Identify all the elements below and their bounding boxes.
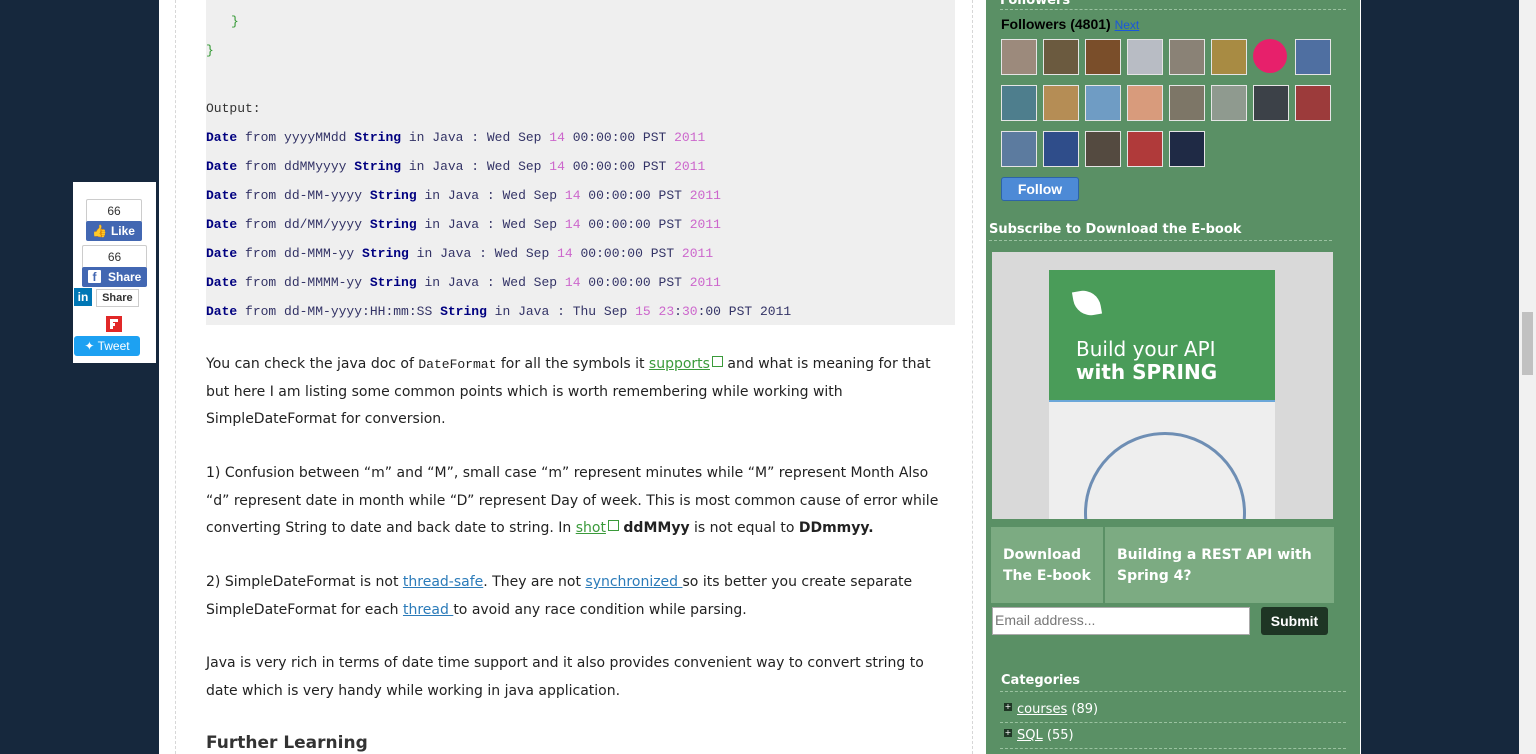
- ebook-tabs: Download The E-book Building a REST API …: [991, 527, 1334, 603]
- follower-avatar[interactable]: [1253, 85, 1289, 121]
- like-count: 66: [86, 199, 142, 223]
- follower-avatar[interactable]: [1169, 131, 1205, 167]
- divider: [1000, 722, 1346, 724]
- scrollbar-track[interactable]: [1519, 0, 1536, 754]
- follower-avatar[interactable]: [1043, 39, 1079, 75]
- facebook-icon: f: [88, 270, 101, 284]
- follower-avatar[interactable]: [1001, 131, 1037, 167]
- synchronized-link[interactable]: synchronized: [585, 574, 682, 590]
- follower-avatar[interactable]: [1169, 85, 1205, 121]
- code-output-line: Date from yyyyMMdd String in Java : Wed …: [206, 130, 706, 145]
- twitter-bird-icon: ✦: [84, 339, 95, 353]
- followers-partial-header: Followers: [1000, 0, 1071, 8]
- follower-avatar[interactable]: [1169, 39, 1205, 75]
- code-output-line: Date from dd-MMM-yy String in Java : Wed…: [206, 246, 714, 261]
- code-brace-outer: }: [206, 43, 214, 58]
- share-count: 66: [82, 245, 147, 269]
- code-output-label: Output:: [206, 101, 261, 116]
- external-link-icon: [711, 356, 723, 367]
- subscribe-header: Subscribe to Download the E-book: [989, 222, 1242, 237]
- follower-avatar[interactable]: [1127, 85, 1163, 121]
- code-output-line: Date from ddMMyyyy String in Java : Wed …: [206, 159, 706, 174]
- follower-avatar[interactable]: [1085, 131, 1121, 167]
- follower-avatar[interactable]: [1211, 39, 1247, 75]
- linkedin-icon: in: [74, 288, 92, 306]
- facebook-share-button[interactable]: f Share: [82, 267, 147, 287]
- paragraph-java-rich: Java is very rich in terms of date time …: [206, 655, 924, 699]
- follower-avatar[interactable]: [1085, 39, 1121, 75]
- follower-avatar[interactable]: [1043, 85, 1079, 121]
- follower-avatar[interactable]: [1127, 131, 1163, 167]
- categories-header: Categories: [1001, 673, 1081, 688]
- follower-avatar[interactable]: [1001, 39, 1037, 75]
- divider: [1000, 691, 1346, 693]
- follower-avatar[interactable]: [1253, 39, 1287, 73]
- follower-avatar[interactable]: [1295, 39, 1331, 75]
- follow-button[interactable]: Follow: [1001, 177, 1079, 201]
- follower-avatar[interactable]: [1211, 85, 1247, 121]
- category-item-sql[interactable]: + SQL (55): [1004, 728, 1074, 743]
- supports-link[interactable]: supports: [649, 356, 710, 372]
- divider: [989, 240, 1332, 241]
- flipboard-icon[interactable]: [106, 316, 122, 332]
- shot-link[interactable]: shot: [576, 520, 606, 536]
- plus-icon: +: [1004, 701, 1012, 711]
- code-output-line: Date from dd-MM-yyyy:HH:mm:SS String in …: [206, 304, 792, 319]
- inline-code: DateFormat: [418, 357, 497, 372]
- thumbs-up-icon: 👍: [92, 224, 107, 238]
- plus-icon: +: [1004, 727, 1012, 737]
- follower-avatar[interactable]: [1001, 85, 1037, 121]
- code-output-line: Date from dd/MM/yyyy String in Java : We…: [206, 217, 721, 232]
- paragraph-dateformat: You can check the java doc of DateFormat…: [206, 356, 931, 427]
- followers-title: Followers (4801) Next: [1001, 16, 1140, 32]
- facebook-like-button[interactable]: 👍 Like: [86, 221, 142, 241]
- scrollbar-thumb[interactable]: [1522, 312, 1533, 375]
- rest-api-tab[interactable]: Building a REST API with Spring 4?: [1105, 527, 1334, 603]
- paragraph-confusion: 1) Confusion between “m” and “M”, small …: [206, 465, 939, 536]
- tweet-button[interactable]: ✦ Tweet: [74, 336, 140, 356]
- divider: [1000, 9, 1346, 10]
- follower-avatar[interactable]: [1085, 85, 1121, 121]
- thread-safe-link[interactable]: thread-safe: [403, 574, 483, 590]
- follower-avatar[interactable]: [1127, 39, 1163, 75]
- followers-next-link[interactable]: Next: [1115, 18, 1140, 32]
- book-title: Build your API with SPRING: [1076, 337, 1218, 384]
- follower-avatar[interactable]: [1295, 85, 1331, 121]
- divider: [1000, 748, 1346, 750]
- code-block: } } Output: Date from yyyyMMdd String in…: [206, 0, 955, 325]
- linkedin-share-button[interactable]: in Share: [74, 288, 139, 307]
- code-brace-inner: }: [231, 14, 239, 29]
- code-output-line: Date from dd-MM-yyyy String in Java : We…: [206, 188, 721, 203]
- paragraph-thread-safe: 2) SimpleDateFormat is not thread-safe. …: [206, 574, 913, 618]
- external-link-icon: [607, 520, 619, 531]
- thread-link[interactable]: thread: [403, 602, 453, 618]
- further-learning-heading: Further Learning: [206, 733, 368, 753]
- download-ebook-tab[interactable]: Download The E-book: [991, 527, 1103, 603]
- ebook-cover-image[interactable]: Build your API with SPRING: [992, 252, 1333, 519]
- submit-button[interactable]: Submit: [1261, 607, 1328, 635]
- follower-avatar[interactable]: [1043, 131, 1079, 167]
- category-item-courses[interactable]: + courses (89): [1004, 702, 1098, 717]
- email-input[interactable]: Email address...: [992, 607, 1250, 635]
- code-output-line: Date from dd-MMMM-yy String in Java : We…: [206, 275, 721, 290]
